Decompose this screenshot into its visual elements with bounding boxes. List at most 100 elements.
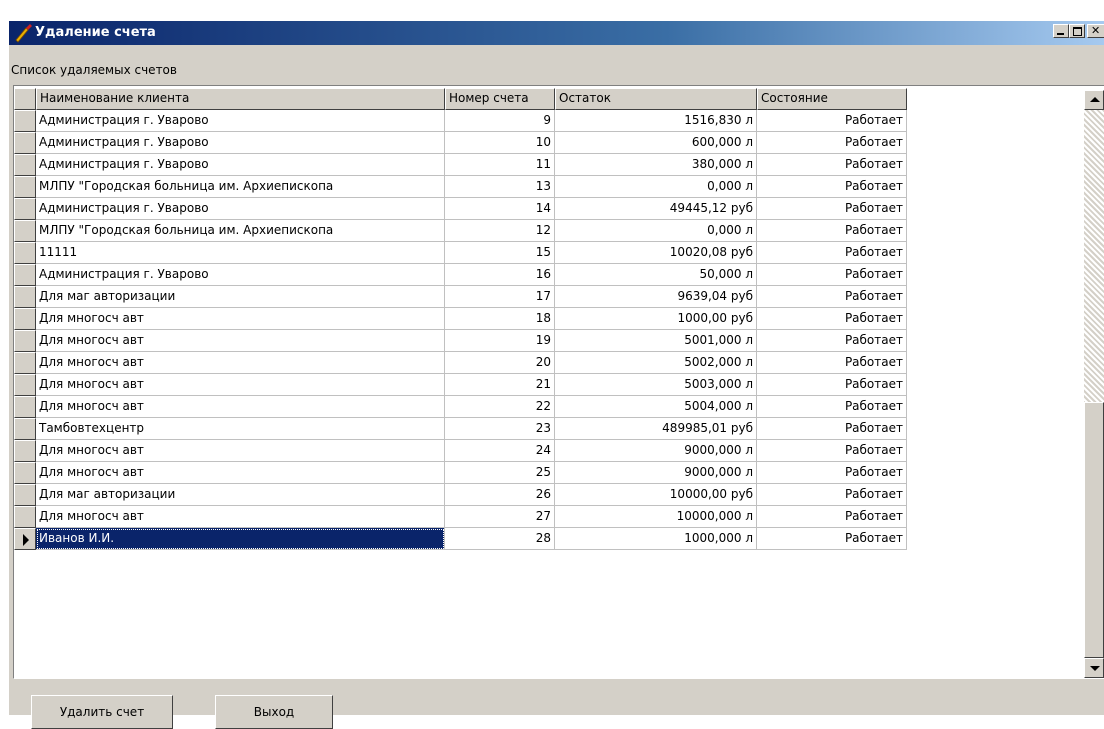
cell-account-number[interactable]: 21	[445, 374, 555, 396]
row-indicator[interactable]	[14, 220, 36, 242]
cell-account-number[interactable]: 13	[445, 176, 555, 198]
cell-account-number[interactable]: 11	[445, 154, 555, 176]
cell-client-name[interactable]: Для многосч авт	[36, 440, 445, 462]
cell-balance[interactable]: 5004,000 л	[555, 396, 757, 418]
minimize-button[interactable]	[1053, 24, 1069, 38]
cell-client-name[interactable]: Администрация г. Уварово	[36, 264, 445, 286]
cell-status[interactable]: Работает	[757, 374, 907, 396]
row-indicator[interactable]	[14, 132, 36, 154]
cell-account-number[interactable]: 12	[445, 220, 555, 242]
cell-account-number[interactable]: 19	[445, 330, 555, 352]
table-row[interactable]: Для маг авторизации 26 10000,00 руб Работае…	[14, 484, 907, 506]
cell-account-number[interactable]: 17	[445, 286, 555, 308]
cell-status[interactable]: Работает	[757, 286, 907, 308]
cell-status[interactable]: Работает	[757, 308, 907, 330]
title-bar[interactable]: Удаление счета	[9, 21, 1104, 45]
row-indicator[interactable]	[14, 440, 36, 462]
column-header-number[interactable]: Номер счета	[445, 88, 555, 110]
cell-status[interactable]: Работает	[757, 264, 907, 286]
column-header-status[interactable]: Состояние	[757, 88, 907, 110]
cell-client-name[interactable]: Для маг авторизации	[36, 286, 445, 308]
cell-status[interactable]: Работает	[757, 110, 907, 132]
row-indicator[interactable]	[14, 176, 36, 198]
row-indicator[interactable]	[14, 198, 36, 220]
table-row[interactable]: Для многосч авт 24 9000,000 л Работает	[14, 440, 907, 462]
scroll-up-button[interactable]	[1084, 90, 1104, 110]
cell-balance[interactable]: 10020,08 руб	[555, 242, 757, 264]
cell-status[interactable]: Работает	[757, 506, 907, 528]
table-row[interactable]: Администрация г. Уварово 16 50,000 л Работа…	[14, 264, 907, 286]
cell-client-name[interactable]: Для многосч авт	[36, 396, 445, 418]
cell-status[interactable]: Работает	[757, 220, 907, 242]
cell-status[interactable]: Работает	[757, 418, 907, 440]
table-row[interactable]: Для маг авторизации 17 9639,04 руб Работает	[14, 286, 907, 308]
table-row[interactable]: Для многосч авт 18 1000,00 руб Работает	[14, 308, 907, 330]
cell-account-number[interactable]: 20	[445, 352, 555, 374]
cell-client-name[interactable]: Для маг авторизации	[36, 484, 445, 506]
row-indicator[interactable]	[14, 418, 36, 440]
row-indicator[interactable]	[14, 264, 36, 286]
cell-client-name[interactable]: 11111	[36, 242, 445, 264]
row-indicator[interactable]	[14, 462, 36, 484]
row-indicator[interactable]	[14, 506, 36, 528]
table-row[interactable]: Иванов И.И. 28 1000,000 л Работает	[14, 528, 907, 550]
row-indicator[interactable]	[14, 396, 36, 418]
cell-client-name[interactable]: Иванов И.И.	[36, 528, 445, 550]
cell-account-number[interactable]: 10	[445, 132, 555, 154]
cell-account-number[interactable]: 25	[445, 462, 555, 484]
cell-balance[interactable]: 5003,000 л	[555, 374, 757, 396]
cell-status[interactable]: Работает	[757, 462, 907, 484]
cell-balance[interactable]: 9639,04 руб	[555, 286, 757, 308]
row-indicator[interactable]	[14, 154, 36, 176]
cell-client-name[interactable]: Для многосч авт	[36, 506, 445, 528]
table-row[interactable]: Администрация г. Уварово 11 380,000 л Работ…	[14, 154, 907, 176]
row-indicator[interactable]	[14, 374, 36, 396]
scroll-thumb[interactable]	[1084, 402, 1104, 658]
row-indicator[interactable]	[14, 330, 36, 352]
cell-balance[interactable]: 50,000 л	[555, 264, 757, 286]
row-indicator[interactable]	[14, 308, 36, 330]
cell-balance[interactable]: 10000,00 руб	[555, 484, 757, 506]
cell-account-number[interactable]: 28	[445, 528, 555, 550]
cell-balance[interactable]: 0,000 л	[555, 220, 757, 242]
cell-balance[interactable]: 5002,000 л	[555, 352, 757, 374]
cell-status[interactable]: Работает	[757, 352, 907, 374]
table-row[interactable]: Тамбовтехцентр 23 489985,01 руб Работает	[14, 418, 907, 440]
cell-client-name[interactable]: МЛПУ "Городская больница им. Архиепископ…	[36, 220, 445, 242]
row-indicator[interactable]	[14, 352, 36, 374]
cell-status[interactable]: Работает	[757, 440, 907, 462]
table-row[interactable]: Для многосч авт 22 5004,000 л Работает	[14, 396, 907, 418]
table-row[interactable]: МЛПУ "Городская больница им. Архиепископ…	[14, 176, 907, 198]
cell-account-number[interactable]: 18	[445, 308, 555, 330]
cell-account-number[interactable]: 22	[445, 396, 555, 418]
cell-account-number[interactable]: 14	[445, 198, 555, 220]
cell-client-name[interactable]: Администрация г. Уварово	[36, 110, 445, 132]
cell-balance[interactable]: 1516,830 л	[555, 110, 757, 132]
cell-balance[interactable]: 489985,01 руб	[555, 418, 757, 440]
cell-balance[interactable]: 5001,000 л	[555, 330, 757, 352]
cell-status[interactable]: Работает	[757, 242, 907, 264]
accounts-grid[interactable]: Наименование клиента Номер счета Остаток…	[13, 85, 1104, 679]
cell-client-name[interactable]: Для многосч авт	[36, 462, 445, 484]
column-header-balance[interactable]: Остаток	[555, 88, 757, 110]
cell-client-name[interactable]: Для многосч авт	[36, 374, 445, 396]
cell-client-name[interactable]: Тамбовтехцентр	[36, 418, 445, 440]
table-row[interactable]: Администрация г. Уварово 9 1516,830 л Работ…	[14, 110, 907, 132]
cell-balance[interactable]: 9000,000 л	[555, 440, 757, 462]
exit-button[interactable]: Выход	[215, 695, 333, 729]
row-indicator[interactable]	[14, 484, 36, 506]
table-row[interactable]: Для многосч авт 27 10000,000 л Работает	[14, 506, 907, 528]
current-row-indicator[interactable]	[14, 528, 36, 550]
cell-account-number[interactable]: 27	[445, 506, 555, 528]
table-row[interactable]: Администрация г. Уварово 10 600,000 л Работ…	[14, 132, 907, 154]
cell-client-name[interactable]: Администрация г. Уварово	[36, 154, 445, 176]
maximize-button[interactable]	[1069, 24, 1085, 38]
cell-balance[interactable]: 49445,12 руб	[555, 198, 757, 220]
cell-account-number[interactable]: 26	[445, 484, 555, 506]
cell-client-name[interactable]: Администрация г. Уварово	[36, 132, 445, 154]
cell-client-name[interactable]: Для многосч авт	[36, 352, 445, 374]
table-row[interactable]: Для многосч авт 21 5003,000 л Работает	[14, 374, 907, 396]
table-row[interactable]: Для многосч авт 25 9000,000 л Работает	[14, 462, 907, 484]
cell-balance[interactable]: 1000,00 руб	[555, 308, 757, 330]
scroll-down-button[interactable]	[1084, 658, 1104, 678]
